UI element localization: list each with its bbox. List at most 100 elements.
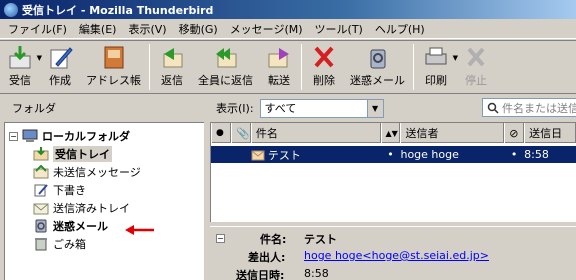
junk-button[interactable]: 迷惑メール <box>344 44 411 88</box>
menu-help[interactable]: ヘルプ(H) <box>369 21 431 37</box>
reply-button[interactable]: 返信 <box>152 44 192 88</box>
view-bar: 表示(I): すべて ▼ 件名または送信 <box>208 95 576 121</box>
folder-pane: − ローカルフォルダ 受信トレイ 未送信メッセージ 下書き 送信済みトレイ 迷惑… <box>4 122 204 280</box>
menu-go[interactable]: 移動(G) <box>173 21 224 37</box>
addressbook-icon <box>104 46 123 69</box>
forward-icon <box>268 48 289 68</box>
column-attachment[interactable]: 📎 <box>230 123 251 143</box>
envelope-icon <box>251 150 265 160</box>
column-date[interactable]: 送信日 <box>524 123 576 143</box>
forward-button[interactable]: 転送 <box>259 44 299 88</box>
printer-icon <box>425 47 447 65</box>
column-sender[interactable]: 送信者 <box>400 123 505 143</box>
attachment-icon: 📎 <box>235 126 250 140</box>
collapse-icon[interactable]: − <box>9 131 18 141</box>
junk-status-icon: ⊘ <box>509 126 519 140</box>
search-input[interactable]: 件名または送信 <box>482 98 576 117</box>
window-title: 受信トレイ - Mozilla Thunderbird <box>22 3 214 17</box>
menu-file[interactable]: ファイル(F) <box>2 21 73 37</box>
folder-item-junk[interactable]: 迷惑メール <box>5 217 204 235</box>
date-label: 送信日時: <box>236 269 285 280</box>
menu-message[interactable]: メッセージ(M) <box>224 21 309 37</box>
from-label: 差出人: <box>248 251 286 264</box>
drafts-icon <box>34 184 48 197</box>
replyall-label: 全員に返信 <box>198 74 253 87</box>
date-value: 8:58 <box>304 267 329 280</box>
forward-label: 転送 <box>268 74 290 87</box>
message-list: ● 📎 件名 ▲▼ 送信者 ⊘ 送信日 テスト • hoge hoge • 8:… <box>210 122 576 222</box>
print-label: 印刷 <box>425 74 447 87</box>
folder-item-drafts[interactable]: 下書き <box>5 181 204 199</box>
folder-header-label: フォルダ <box>12 102 56 115</box>
folder-pane-header: フォルダ <box>0 95 205 121</box>
receive-icon <box>9 46 31 69</box>
from-link[interactable]: hoge hoge<hoge@st.seiai.ed.jp> <box>304 249 489 262</box>
folder-sent-label: 送信済みトレイ <box>53 202 130 215</box>
column-read[interactable]: ▲▼ <box>380 123 401 143</box>
read-status-icon: ▲▼ <box>385 128 398 138</box>
compose-button[interactable]: 作成 <box>40 44 80 88</box>
compose-icon <box>50 47 73 69</box>
annotation-arrow-icon <box>125 225 154 235</box>
receive-button[interactable]: ▼ 受信 <box>0 44 42 88</box>
thunderbird-icon <box>4 2 18 17</box>
thread-icon: ● <box>216 128 224 138</box>
message-row[interactable]: テスト • hoge hoge • 8:58 <box>211 146 576 163</box>
computer-icon <box>22 129 38 142</box>
delete-label: 削除 <box>313 74 335 87</box>
stop-label: 停止 <box>465 74 487 87</box>
junk-icon <box>370 49 385 69</box>
outbox-icon <box>33 165 49 179</box>
title-bar: 受信トレイ - Mozilla Thunderbird <box>0 0 576 19</box>
menu-edit[interactable]: 編集(E) <box>73 21 123 37</box>
menu-bar: ファイル(F) 編集(E) 表示(V) 移動(G) メッセージ(M) ツール(T… <box>0 19 576 39</box>
reply-icon <box>163 48 183 68</box>
folder-junk-label: 迷惑メール <box>53 220 108 233</box>
chevron-down-icon[interactable]: ▼ <box>366 99 383 117</box>
folder-drafts-label: 下書き <box>53 184 86 197</box>
column-date-label: 送信日 <box>529 127 563 140</box>
stop-button[interactable]: 停止 <box>456 44 496 88</box>
folder-item-unsent[interactable]: 未送信メッセージ <box>5 163 204 181</box>
read-dot-icon[interactable]: • <box>381 148 401 161</box>
menu-view[interactable]: 表示(V) <box>122 21 172 37</box>
toolbar-separator <box>149 44 150 90</box>
collapse-icon[interactable]: − <box>216 234 225 243</box>
replyall-icon <box>215 48 236 68</box>
delete-button[interactable]: 削除 <box>304 44 344 88</box>
message-list-header: ● 📎 件名 ▲▼ 送信者 ⊘ 送信日 <box>211 123 576 143</box>
stop-icon <box>467 47 485 67</box>
folder-account-label: ローカルフォルダ <box>42 130 130 143</box>
delete-icon <box>314 46 334 68</box>
subject-value: テスト <box>304 233 337 246</box>
column-subject[interactable]: 件名 <box>250 123 381 143</box>
column-subject-label: 件名 <box>255 127 278 140</box>
folder-item-inbox[interactable]: 受信トレイ <box>5 145 204 163</box>
subject-label: 件名: <box>260 233 287 246</box>
search-icon <box>487 102 499 114</box>
main-toolbar: ▼ 受信 作成 アドレス帳 返信 全員に返信 転送 削除 迷惑メール ▼ 印刷 … <box>0 40 576 94</box>
message-header-pane: − 件名: テスト 差出人: hoge hoge<hoge@st.seiai.e… <box>210 226 576 280</box>
addressbook-label: アドレス帳 <box>86 74 141 87</box>
print-button[interactable]: ▼ 印刷 <box>416 44 458 88</box>
view-selected-value: すべて <box>264 102 297 115</box>
trash-icon <box>35 238 47 251</box>
view-label: 表示(I): <box>216 102 254 115</box>
receive-label: 受信 <box>9 74 31 87</box>
folder-inbox-label: 受信トレイ <box>53 146 112 162</box>
menu-tools[interactable]: ツール(T) <box>309 21 369 37</box>
junk-label: 迷惑メール <box>350 74 405 87</box>
folder-item-sent[interactable]: 送信済みトレイ <box>5 199 204 217</box>
replyall-button[interactable]: 全員に返信 <box>192 44 259 88</box>
addressbook-button[interactable]: アドレス帳 <box>80 44 147 88</box>
view-select[interactable]: すべて ▼ <box>259 98 384 118</box>
reply-label: 返信 <box>161 74 183 87</box>
column-junk-status[interactable]: ⊘ <box>504 123 525 143</box>
folder-trash-label: ごみ箱 <box>53 238 86 251</box>
column-thread[interactable]: ● <box>211 123 231 143</box>
message-subject: テスト <box>267 148 301 162</box>
folder-item-trash[interactable]: ごみ箱 <box>5 235 204 253</box>
junk-folder-icon <box>35 219 47 233</box>
folder-local-account[interactable]: − ローカルフォルダ <box>5 127 204 145</box>
junk-dot-icon[interactable]: • <box>504 148 524 161</box>
